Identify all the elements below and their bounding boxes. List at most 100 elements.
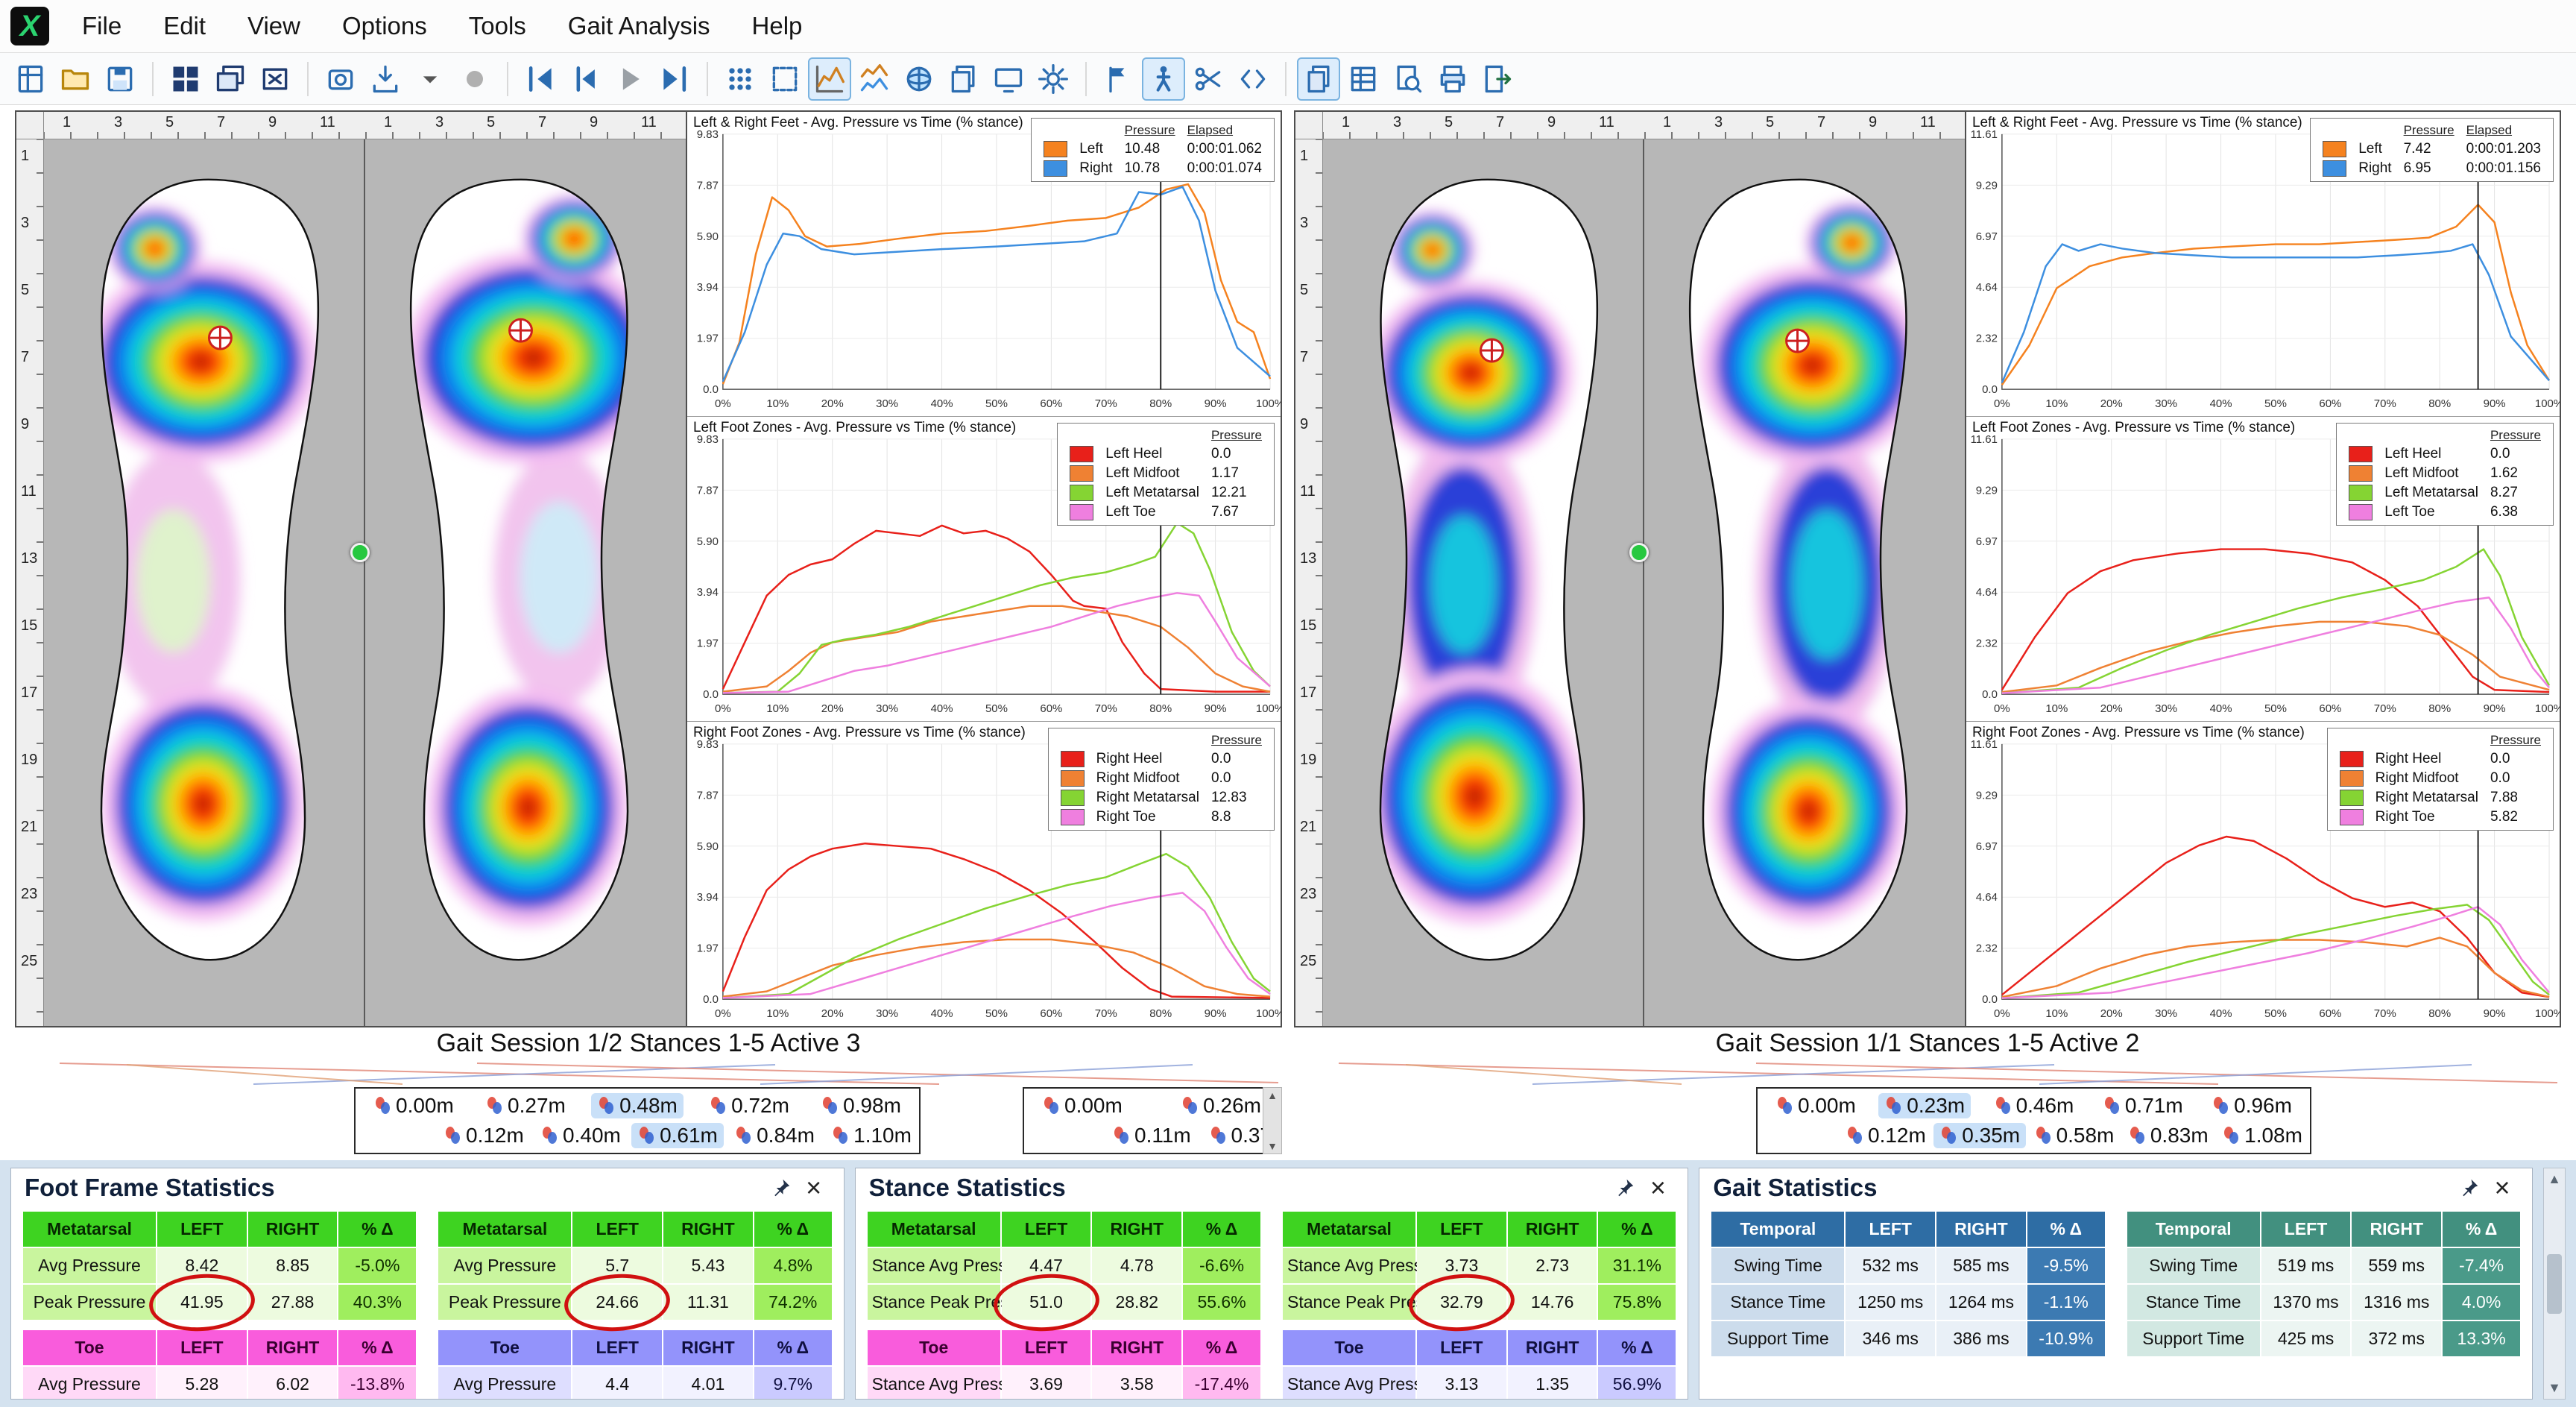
tile-windows-icon[interactable] xyxy=(164,57,207,101)
stance-chip[interactable]: 0.23m xyxy=(1878,1093,1971,1118)
stance-chip[interactable]: 0.12m xyxy=(1840,1123,1932,1148)
stance-chip[interactable]: 0.96m xyxy=(2206,1093,2298,1118)
stance-chip[interactable]: 0.61m xyxy=(631,1123,724,1148)
legend-row: Left10.480:00:01.062 xyxy=(1038,139,1268,159)
flag-marker-icon[interactable] xyxy=(1097,57,1140,101)
svg-text:4.64: 4.64 xyxy=(1976,586,1998,599)
svg-text:50%: 50% xyxy=(985,397,1008,410)
settings-gear-icon[interactable] xyxy=(1032,57,1075,101)
video-capture-icon[interactable] xyxy=(987,57,1030,101)
gait-session-label: Gait Session 1/1 Stances 1-5 Active 2 xyxy=(1294,1029,2561,1058)
snapshot-icon[interactable] xyxy=(319,57,362,101)
stance-chip[interactable]: 0.00m xyxy=(1770,1093,1862,1118)
center-of-pressure-marker xyxy=(1787,330,1809,352)
cascade-windows-icon[interactable] xyxy=(209,57,252,101)
menu-gait-analysis[interactable]: Gait Analysis xyxy=(547,0,731,52)
stance-chip[interactable]: 1.08m xyxy=(2216,1123,2308,1148)
legend-row: Right Midfoot0.0 xyxy=(1055,769,1268,788)
report-table-icon[interactable] xyxy=(1342,57,1385,101)
legend-row: Right6.950:00:01.156 xyxy=(2317,159,2547,178)
sync-marker-icon[interactable] xyxy=(350,543,370,562)
record-icon[interactable] xyxy=(453,57,496,101)
pin-button[interactable] xyxy=(765,1171,798,1204)
menu-options[interactable]: Options xyxy=(321,0,448,52)
stance-chip[interactable]: 0.00m xyxy=(1036,1093,1128,1118)
timeline-scrollbar[interactable]: ▲▼ xyxy=(1263,1087,1282,1154)
close-button[interactable]: × xyxy=(1641,1171,1674,1204)
stance-chip[interactable]: 0.72m xyxy=(703,1093,795,1118)
dropdown-icon[interactable] xyxy=(408,57,452,101)
stance-chip[interactable]: 0.40m xyxy=(534,1123,627,1148)
legend-swatch xyxy=(2349,504,2373,520)
legend-row: Right Heel0.0 xyxy=(1055,749,1268,769)
stat-header-row: TemporalLEFTRIGHT% Δ xyxy=(2127,1211,2521,1247)
scroll-down-icon: ▼ xyxy=(1267,1140,1278,1152)
globe-3d-icon[interactable] xyxy=(897,57,941,101)
stance-chip[interactable]: 0.12m xyxy=(438,1123,530,1148)
stance-chip[interactable]: 0.00m xyxy=(367,1093,460,1118)
print-preview-icon[interactable] xyxy=(1386,57,1430,101)
stat-group: TemporalLEFTRIGHT% ΔSwing Time532 ms585 … xyxy=(1710,1210,2106,1399)
close-button[interactable]: × xyxy=(2486,1171,2519,1204)
skip-start-icon[interactable] xyxy=(519,57,562,101)
open-file-icon[interactable] xyxy=(54,57,97,101)
stance-chip[interactable]: 0.48m xyxy=(591,1093,684,1118)
compare-charts-icon[interactable] xyxy=(853,57,896,101)
dock-scrollbar[interactable]: ▲▼ xyxy=(2543,1168,2566,1400)
svg-text:1.97: 1.97 xyxy=(697,638,719,650)
pin-button[interactable] xyxy=(2453,1171,2486,1204)
print-icon[interactable] xyxy=(1431,57,1474,101)
legend-swatch xyxy=(1070,504,1093,520)
svg-text:80%: 80% xyxy=(2428,702,2451,715)
svg-text:9.29: 9.29 xyxy=(1976,484,1998,497)
stance-chip[interactable]: 0.84m xyxy=(728,1123,821,1148)
play-icon[interactable] xyxy=(608,57,651,101)
prev-frame-icon[interactable] xyxy=(564,57,607,101)
legend-row: Left Midfoot1.62 xyxy=(2343,464,2547,483)
line-chart-icon[interactable] xyxy=(808,57,851,101)
grid-view-icon[interactable] xyxy=(719,57,762,101)
menu-file[interactable]: File xyxy=(61,0,142,52)
copy-pages-icon[interactable] xyxy=(1297,57,1340,101)
stance-chip[interactable]: 0.11m xyxy=(1106,1123,1197,1148)
legend-swatch xyxy=(1044,141,1067,157)
stance-chip[interactable]: 1.10m xyxy=(825,1123,918,1148)
export-file-icon[interactable] xyxy=(1476,57,1519,101)
center-of-pressure-marker xyxy=(209,327,231,349)
sync-marker-icon[interactable] xyxy=(1629,543,1649,562)
gait-session-panel-1: 13579111357911 135791113151719212325 0%1… xyxy=(15,110,1282,1027)
close-windows-icon[interactable] xyxy=(253,57,297,101)
svg-text:100%: 100% xyxy=(2535,397,2560,410)
pin-icon xyxy=(1614,1177,1636,1199)
stance-chip[interactable]: 0.46m xyxy=(1988,1093,2080,1118)
stance-chip[interactable]: 0.83m xyxy=(2122,1123,2214,1148)
close-button[interactable]: × xyxy=(798,1171,830,1204)
menu-edit[interactable]: Edit xyxy=(142,0,227,52)
stance-chip[interactable]: 0.35m xyxy=(1933,1123,2026,1148)
skip-end-icon[interactable] xyxy=(653,57,696,101)
download-icon[interactable] xyxy=(364,57,407,101)
select-region-icon[interactable] xyxy=(763,57,806,101)
stance-chip[interactable]: 0.27m xyxy=(479,1093,572,1118)
svg-text:60%: 60% xyxy=(1040,702,1062,715)
stat-row: Stance Avg Pressure3.732.7331.1% xyxy=(1282,1247,1676,1284)
new-frame-icon[interactable] xyxy=(9,57,52,101)
svg-text:Left & Right Feet - Avg. Press: Left & Right Feet - Avg. Pressure vs Tim… xyxy=(1972,115,2302,130)
stance-chip[interactable]: 0.71m xyxy=(2097,1093,2189,1118)
svg-text:100%: 100% xyxy=(1256,1007,1281,1020)
gait-person-icon[interactable] xyxy=(1142,57,1185,101)
code-view-icon[interactable] xyxy=(1231,57,1275,101)
trim-clip-icon[interactable] xyxy=(1187,57,1230,101)
menu-view[interactable]: View xyxy=(227,0,321,52)
stance-chip[interactable]: 0.98m xyxy=(815,1093,907,1118)
stance-chip[interactable]: 0.26m xyxy=(1175,1093,1267,1118)
menu-tools[interactable]: Tools xyxy=(448,0,547,52)
save-icon[interactable] xyxy=(98,57,142,101)
copy-frame-icon[interactable] xyxy=(942,57,985,101)
svg-text:3.94: 3.94 xyxy=(697,586,719,599)
toolbar-separator xyxy=(507,62,508,96)
menu-help[interactable]: Help xyxy=(731,0,824,52)
pin-button[interactable] xyxy=(1609,1171,1641,1204)
scroll-thumb xyxy=(2547,1254,2562,1314)
stance-chip[interactable]: 0.58m xyxy=(2028,1123,2121,1148)
